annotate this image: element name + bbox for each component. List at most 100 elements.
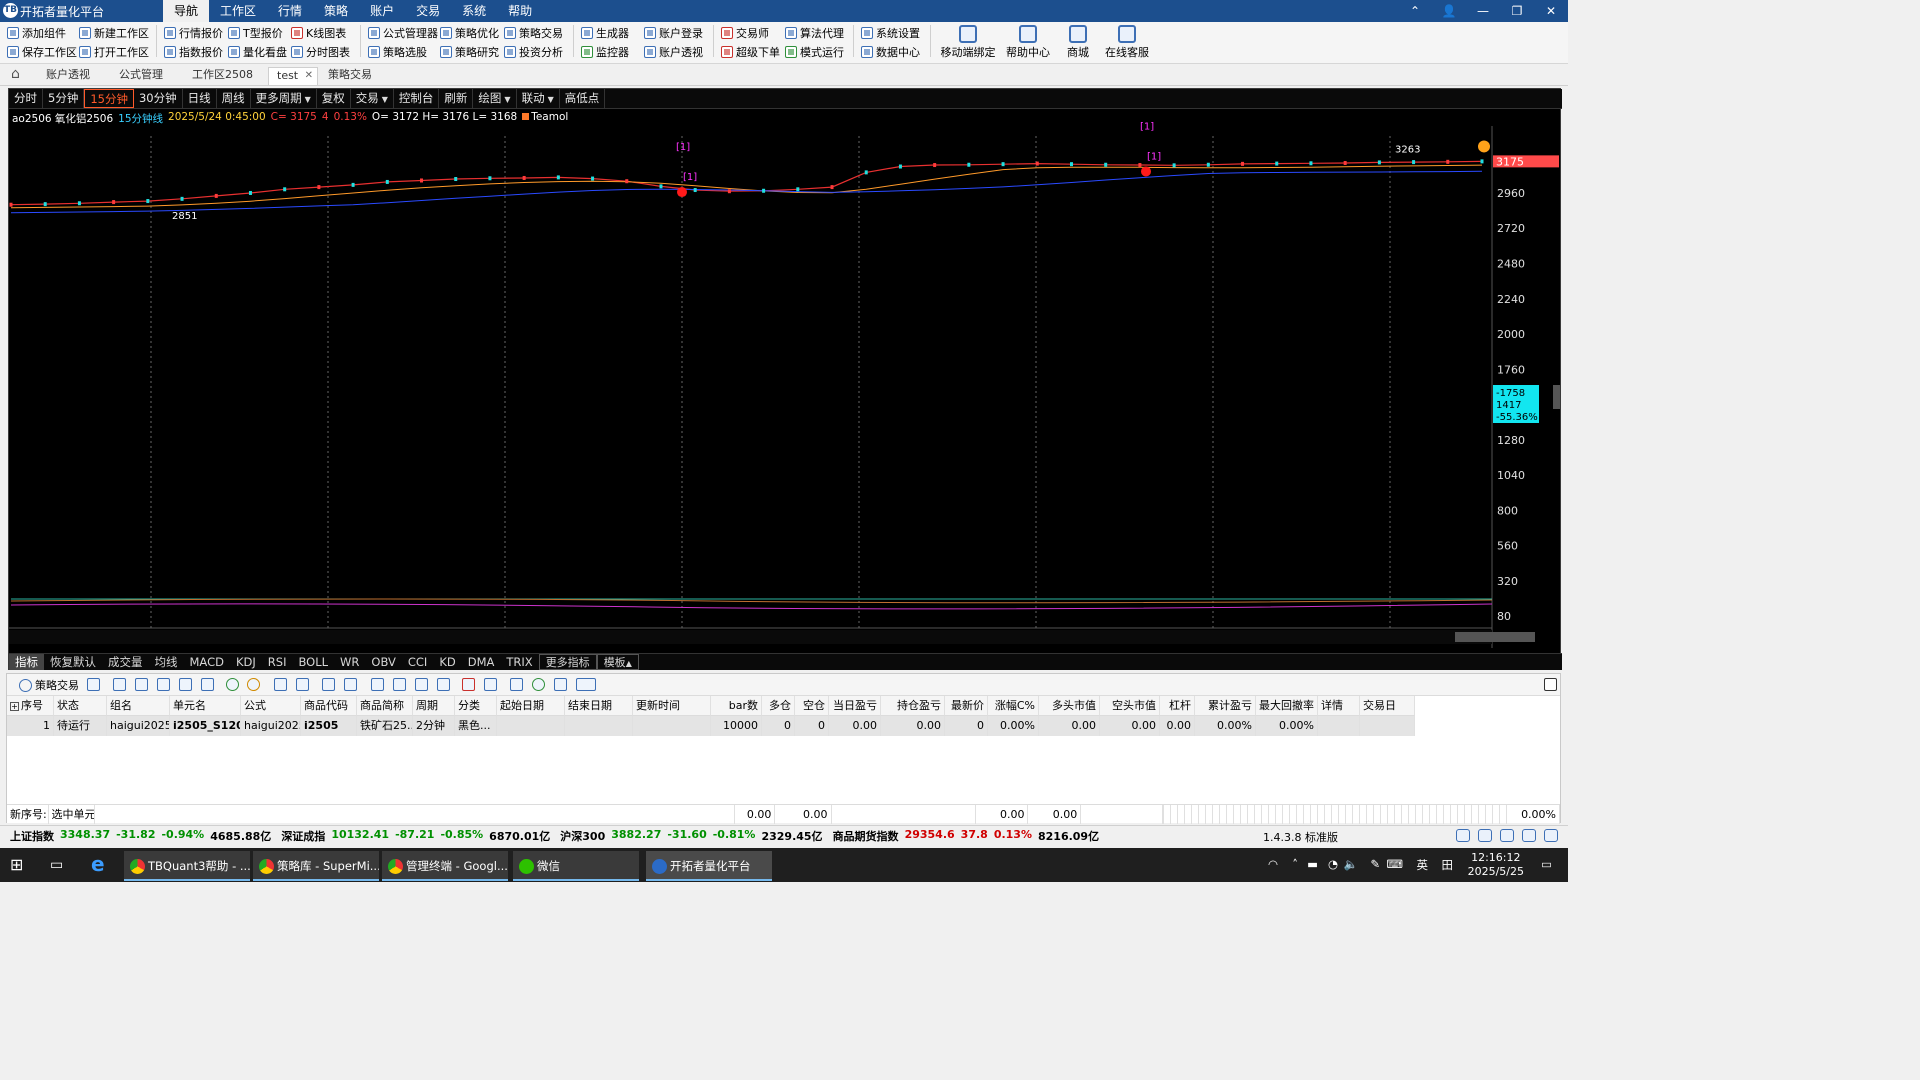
- kline-icon[interactable]: [462, 678, 475, 691]
- windows-start-icon[interactable]: ⊞: [10, 856, 28, 874]
- column-header[interactable]: 当日盈亏: [829, 696, 881, 716]
- period-15min[interactable]: 15分钟: [84, 89, 134, 108]
- index-item[interactable]: 上证指数 3348.37 -31.82 -0.94% 4685.88亿: [10, 828, 271, 844]
- indicator-volume[interactable]: 成交量: [102, 654, 149, 670]
- indicator-trix[interactable]: TRIX: [500, 654, 538, 670]
- add-unit-icon[interactable]: [113, 678, 126, 691]
- stop-icon[interactable]: [247, 678, 260, 691]
- menu-system[interactable]: 系统: [451, 0, 497, 22]
- index-quote-button[interactable]: 指数报价: [164, 43, 223, 61]
- export-icon[interactable]: [510, 678, 523, 691]
- period-tick[interactable]: 分时: [9, 89, 43, 108]
- price-chart[interactable]: 2025-05-132025-05-142025-05-152025-05-16…: [9, 109, 1560, 653]
- scrollbar-thumb[interactable]: [1455, 632, 1535, 642]
- add-widget-button[interactable]: 添加组件: [7, 24, 66, 42]
- column-header[interactable]: 空头市值: [1100, 696, 1160, 716]
- play-icon[interactable]: [226, 678, 239, 691]
- notification-icon[interactable]: ▭: [1541, 857, 1552, 871]
- close-icon[interactable]: ✕: [1534, 0, 1568, 22]
- menu-account[interactable]: 账户: [359, 0, 405, 22]
- restore-icon[interactable]: ❐: [1500, 0, 1534, 22]
- quote-button[interactable]: 行情报价: [164, 24, 223, 42]
- volume-icon[interactable]: 🔈: [1344, 857, 1358, 871]
- algo-agent-button[interactable]: 算法代理: [785, 24, 844, 42]
- expand-icon[interactable]: +: [10, 702, 19, 711]
- chart-line-icon[interactable]: [415, 678, 428, 691]
- image-icon[interactable]: [484, 678, 497, 691]
- column-header[interactable]: 状态: [54, 696, 107, 716]
- more-periods-dropdown[interactable]: 更多周期 ▼: [251, 89, 317, 108]
- indicator-macd[interactable]: MACD: [184, 654, 230, 670]
- maximize-panel-icon[interactable]: [1544, 678, 1557, 691]
- chevron-up-icon[interactable]: ˄: [1292, 857, 1298, 871]
- checkbox-icon[interactable]: [87, 678, 100, 691]
- column-header[interactable]: 详情: [1318, 696, 1360, 716]
- list-icon[interactable]: [1544, 829, 1558, 842]
- index-item[interactable]: 商品期货指数 29354.6 37.8 0.13% 8216.09亿: [833, 828, 1100, 844]
- column-header[interactable]: 分类: [455, 696, 497, 716]
- refresh-icon[interactable]: [532, 678, 545, 691]
- column-header[interactable]: + 序号: [7, 696, 54, 716]
- intraday-chart-button[interactable]: 分时图表: [291, 43, 350, 61]
- edge-browser-icon[interactable]: e: [91, 854, 111, 874]
- gear-icon[interactable]: [393, 678, 406, 691]
- kline-chart-button[interactable]: K线图表: [291, 24, 346, 42]
- cloud-icon[interactable]: [1456, 829, 1470, 842]
- index-item[interactable]: 沪深300 3882.27 -31.60 -0.81% 2329.45亿: [560, 828, 822, 844]
- minimize-icon[interactable]: —: [1466, 0, 1500, 22]
- formula-manager-button[interactable]: 公式管理器: [368, 24, 438, 42]
- indicator-dma[interactable]: DMA: [462, 654, 501, 670]
- indicator-cci[interactable]: CCI: [402, 654, 433, 670]
- column-header[interactable]: 周期: [413, 696, 455, 716]
- indicator-obv[interactable]: OBV: [365, 654, 401, 670]
- column-header[interactable]: 涨幅C%: [988, 696, 1039, 716]
- mobile-bind-button[interactable]: 移动端绑定: [938, 25, 998, 61]
- more-indicators-button[interactable]: 更多指标: [538, 654, 597, 670]
- index-item[interactable]: 深证成指 10132.41 -87.21 -0.85% 6870.01亿: [281, 828, 550, 844]
- menu-trade[interactable]: 交易: [405, 0, 451, 22]
- template-dropdown[interactable]: 模板▲: [596, 654, 639, 670]
- indicator-kd[interactable]: KD: [433, 654, 461, 670]
- taskbar-item-kaituozhe[interactable]: 开拓者量化平台: [646, 851, 772, 881]
- link-dropdown[interactable]: 联动 ▼: [517, 89, 560, 108]
- indicator-ma[interactable]: 均线: [149, 654, 184, 670]
- taskbar-item-tbquant-help[interactable]: TBQuant3帮助 - ...: [124, 851, 250, 881]
- taskbar-item-admin-terminal[interactable]: 管理终端 - Googl...: [382, 851, 508, 881]
- data-center-button[interactable]: 数据中心: [861, 43, 920, 61]
- restore-default-button[interactable]: 恢复默认: [44, 654, 102, 670]
- mode-run-button[interactable]: 模式运行: [785, 43, 844, 61]
- column-header[interactable]: 更新时间: [633, 696, 711, 716]
- period-5min[interactable]: 5分钟: [43, 89, 85, 108]
- period-week[interactable]: 周线: [217, 89, 251, 108]
- online-support-button[interactable]: 在线客服: [1097, 25, 1157, 61]
- tab-test[interactable]: test ✕: [268, 67, 318, 85]
- ime-language[interactable]: 英: [1417, 857, 1429, 873]
- save-workspace-button[interactable]: 保存工作区: [7, 43, 77, 61]
- column-header[interactable]: 起始日期: [497, 696, 565, 716]
- filter-icon[interactable]: [554, 678, 567, 691]
- menu-quotes[interactable]: 行情: [267, 0, 313, 22]
- new-workspace-button[interactable]: 新建工作区: [79, 24, 149, 42]
- account-view-button[interactable]: 账户透视: [644, 43, 703, 61]
- taskbar-item-strategy-lib[interactable]: 策略库 - SuperMi...: [253, 851, 379, 881]
- strategy-optimize-button[interactable]: 策略优化: [440, 24, 499, 42]
- link-icon[interactable]: [322, 678, 335, 691]
- column-header[interactable]: 商品简称: [357, 696, 413, 716]
- wifi-icon[interactable]: ◠: [1268, 857, 1278, 871]
- stock-screen-button[interactable]: 策略选股: [368, 43, 427, 61]
- system-clock[interactable]: 12:16:12 2025/5/25: [1468, 851, 1524, 879]
- add-group-icon[interactable]: [135, 678, 148, 691]
- column-header[interactable]: bar数: [711, 696, 762, 716]
- ungroup-icon[interactable]: [296, 678, 309, 691]
- menu-navigation[interactable]: 导航: [163, 0, 210, 22]
- battery-icon[interactable]: ▬: [1307, 857, 1318, 871]
- tab-formula-manage[interactable]: 公式管理: [117, 67, 165, 85]
- indicator-rsi[interactable]: RSI: [262, 654, 293, 670]
- tab-close-icon[interactable]: ✕: [305, 68, 313, 84]
- indicator-boll[interactable]: BOLL: [292, 654, 334, 670]
- lock-icon[interactable]: [201, 678, 214, 691]
- tab-workspace2508[interactable]: 工作区2508: [190, 67, 255, 85]
- home-icon[interactable]: ⌂: [11, 67, 27, 82]
- copy-icon[interactable]: [157, 678, 170, 691]
- task-view-icon[interactable]: ▭: [50, 856, 68, 874]
